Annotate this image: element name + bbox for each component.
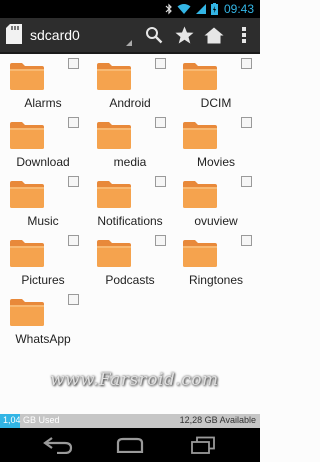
home-icon — [204, 27, 224, 44]
folder-select-checkbox[interactable] — [241, 176, 252, 187]
folder-item[interactable]: Notifications — [87, 174, 173, 233]
action-bar: sdcard0 — [0, 18, 260, 54]
folder-name: WhatsApp — [15, 332, 71, 346]
storage-available-text: 12,28 GB Available — [179, 415, 256, 425]
sdcard-icon[interactable] — [6, 24, 22, 44]
watermark-text: www.Farsroid.com — [50, 370, 219, 390]
search-icon — [145, 26, 163, 44]
home-button[interactable] — [200, 22, 228, 48]
folder-name: DCIM — [200, 96, 232, 110]
folder-select-checkbox[interactable] — [155, 117, 166, 128]
folder-name: media — [113, 155, 147, 169]
folder-item[interactable]: Alarms — [0, 56, 86, 115]
folder-icon — [97, 239, 131, 267]
folder-icon — [10, 298, 44, 326]
folder-item[interactable]: Pictures — [0, 233, 86, 292]
back-button[interactable] — [38, 433, 78, 457]
folder-item[interactable]: Ringtones — [173, 233, 259, 292]
status-bar: 09:43 — [0, 0, 260, 18]
folder-select-checkbox[interactable] — [241, 58, 252, 69]
folder-item[interactable]: Music — [0, 174, 86, 233]
navigation-bar — [0, 428, 260, 462]
folder-icon — [97, 180, 131, 208]
folder-name: Podcasts — [105, 273, 155, 287]
folder-icon — [10, 180, 44, 208]
folder-icon — [183, 180, 217, 208]
storage-bar: 1,04 GB Used 12,28 GB Available — [0, 414, 260, 428]
folder-name: Movies — [196, 155, 235, 169]
recent-apps-button[interactable] — [183, 433, 223, 457]
status-time: 09:43 — [223, 2, 254, 16]
folder-name: Alarms — [24, 96, 62, 110]
folder-select-checkbox[interactable] — [68, 58, 79, 69]
folder-name: Ringtones — [188, 273, 244, 287]
status-icons: 09:43 — [165, 2, 254, 16]
folder-item[interactable]: Android — [87, 56, 173, 115]
folder-item[interactable]: media — [87, 115, 173, 174]
back-icon — [43, 436, 73, 454]
overflow-menu-button[interactable] — [230, 22, 258, 48]
wifi-icon — [177, 3, 191, 15]
folder-icon — [10, 62, 44, 90]
signal-icon — [195, 3, 207, 15]
battery-icon — [210, 3, 218, 15]
folder-item[interactable]: Podcasts — [87, 233, 173, 292]
folder-item[interactable]: Movies — [173, 115, 259, 174]
folder-icon — [97, 62, 131, 90]
folder-icon — [183, 239, 217, 267]
folder-icon — [97, 121, 131, 149]
folder-select-checkbox[interactable] — [155, 235, 166, 246]
folder-select-checkbox[interactable] — [155, 176, 166, 187]
folder-icon — [10, 121, 44, 149]
folder-icon — [10, 239, 44, 267]
recent-apps-icon — [190, 436, 216, 454]
folder-select-checkbox[interactable] — [68, 294, 79, 305]
bluetooth-icon — [165, 3, 173, 15]
folder-item[interactable]: ovuview — [173, 174, 259, 233]
folder-select-checkbox[interactable] — [241, 235, 252, 246]
search-button[interactable] — [140, 22, 168, 48]
folder-name: Pictures — [21, 273, 65, 287]
folder-select-checkbox[interactable] — [68, 117, 79, 128]
folder-item[interactable]: DCIM — [173, 56, 259, 115]
spinner-caret-icon — [126, 40, 132, 46]
home-nav-icon — [114, 437, 146, 453]
folder-icon — [183, 121, 217, 149]
folder-name: ovuview — [194, 214, 238, 228]
folder-select-checkbox[interactable] — [68, 176, 79, 187]
folder-select-checkbox[interactable] — [155, 58, 166, 69]
folder-name: Android — [109, 96, 151, 110]
folder-name: Music — [27, 214, 59, 228]
storage-used-text: 1,04 GB Used — [3, 415, 60, 425]
folder-select-checkbox[interactable] — [68, 235, 79, 246]
folder-name: Download — [16, 155, 70, 169]
favorites-button[interactable] — [170, 22, 198, 48]
folder-icon — [183, 62, 217, 90]
folder-item[interactable]: WhatsApp — [0, 292, 86, 351]
overflow-menu-icon — [241, 26, 247, 44]
folder-name: Notifications — [97, 214, 163, 228]
path-spinner-title[interactable]: sdcard0 — [30, 27, 80, 43]
folder-item[interactable]: Download — [0, 115, 86, 174]
folder-select-checkbox[interactable] — [241, 117, 252, 128]
star-icon — [175, 26, 194, 44]
home-nav-button[interactable] — [110, 433, 150, 457]
